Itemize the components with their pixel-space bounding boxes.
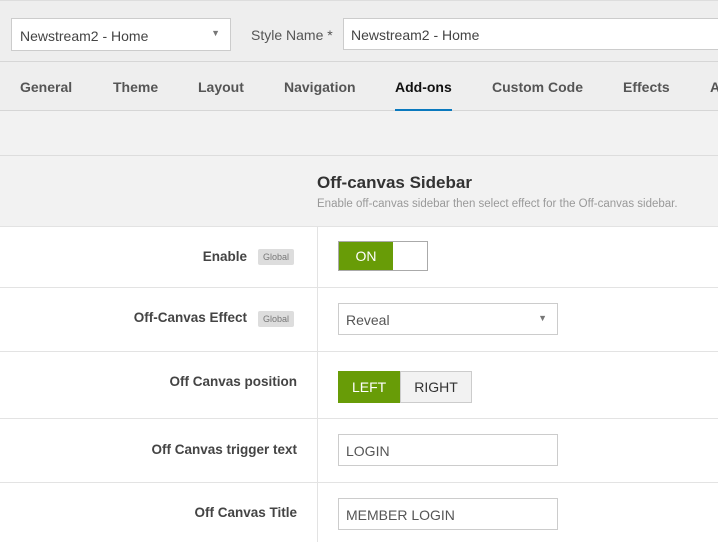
enable-toggle[interactable]: ON bbox=[338, 241, 428, 271]
style-name-label: Style Name * bbox=[251, 27, 333, 43]
field-label: Off Canvas Title bbox=[194, 505, 297, 520]
effect-select[interactable]: Reveal ▼ bbox=[338, 303, 558, 335]
tab-effects[interactable]: Effects bbox=[623, 79, 670, 95]
chevron-down-icon: ▼ bbox=[211, 28, 220, 38]
tab-custom-code[interactable]: Custom Code bbox=[492, 79, 583, 95]
toggle-on: ON bbox=[339, 242, 393, 270]
section-header: Off-canvas Sidebar Enable off-canvas sid… bbox=[0, 156, 718, 226]
offcanvas-title-input[interactable]: MEMBER LOGIN bbox=[338, 498, 558, 530]
position-left-button[interactable]: LEFT bbox=[338, 371, 401, 403]
field-effect: Off-Canvas Effect Global Reveal ▼ bbox=[0, 287, 718, 351]
tab-general[interactable]: General bbox=[20, 79, 72, 95]
tab-more[interactable]: A bbox=[710, 79, 718, 95]
style-select[interactable]: Newstream2 - Home ▼ bbox=[11, 18, 231, 51]
field-label: Enable bbox=[202, 249, 247, 264]
field-enable: Enable Global ON bbox=[0, 226, 718, 287]
field-label: Off-Canvas Effect bbox=[133, 310, 247, 325]
field-label: Off Canvas trigger text bbox=[151, 442, 297, 457]
trigger-text-input[interactable]: LOGIN bbox=[338, 434, 558, 466]
tab-theme[interactable]: Theme bbox=[113, 79, 158, 95]
field-title: Off Canvas Title MEMBER LOGIN bbox=[0, 482, 718, 542]
global-badge: Global bbox=[258, 249, 295, 265]
tab-layout[interactable]: Layout bbox=[198, 79, 244, 95]
tab-add-ons[interactable]: Add-ons bbox=[395, 79, 452, 113]
field-position: Off Canvas position LEFT RIGHT bbox=[0, 351, 718, 418]
subheader-band bbox=[0, 111, 718, 156]
field-label: Off Canvas position bbox=[169, 374, 297, 389]
section-title: Off-canvas Sidebar bbox=[317, 173, 472, 192]
position-right-button[interactable]: RIGHT bbox=[400, 371, 472, 403]
chevron-down-icon: ▼ bbox=[538, 313, 547, 323]
position-segmented: LEFT RIGHT bbox=[338, 371, 472, 403]
section-description: Enable off-canvas sidebar then select ef… bbox=[317, 198, 678, 210]
global-badge: Global bbox=[258, 311, 295, 327]
tab-navigation[interactable]: Navigation bbox=[284, 79, 356, 95]
tab-bar: General Theme Layout Navigation Add-ons … bbox=[0, 62, 718, 113]
style-name-input[interactable]: Newstream2 - Home bbox=[343, 18, 718, 50]
field-trigger: Off Canvas trigger text LOGIN bbox=[0, 418, 718, 482]
style-toolbar: Newstream2 - Home ▼ Style Name * Newstrea… bbox=[0, 0, 718, 62]
